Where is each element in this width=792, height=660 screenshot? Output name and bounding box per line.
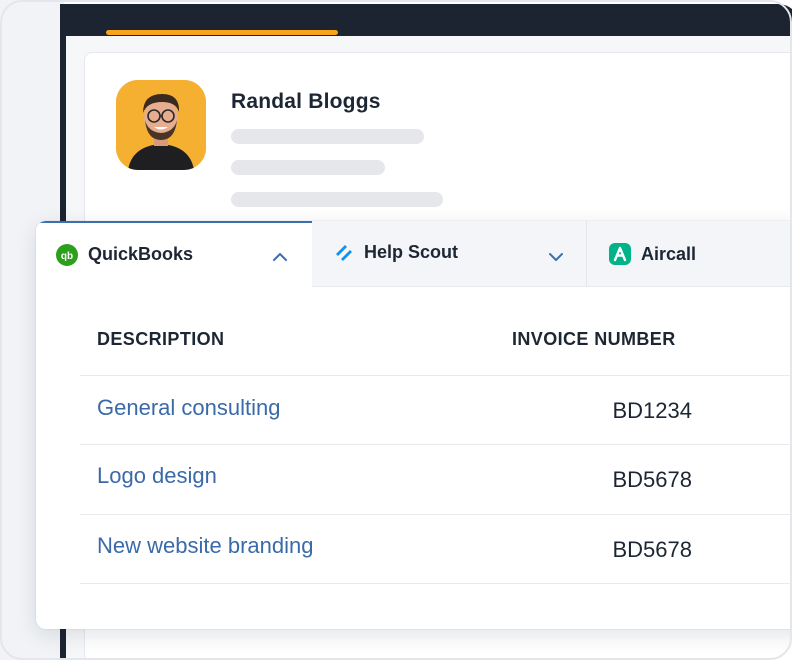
skeleton-line xyxy=(231,160,385,175)
tab-quickbooks-label: QuickBooks xyxy=(88,244,194,264)
row-divider xyxy=(80,444,792,445)
tab-quickbooks[interactable]: qb QuickBooks xyxy=(36,221,312,287)
integrations-panel: qb QuickBooks Help Scout Aircall DESCRIP… xyxy=(36,221,792,629)
invoice-number: BD1234 xyxy=(612,398,692,423)
screen: Randal Bloggs qb QuickBooks Help Scout A… xyxy=(0,0,792,660)
row-divider xyxy=(80,375,792,376)
column-header-invoice-number: INVOICE NUMBER xyxy=(512,329,676,349)
help-scout-icon xyxy=(333,242,355,264)
avatar xyxy=(116,80,206,170)
quickbooks-icon: qb xyxy=(56,244,78,266)
avatar-person-icon xyxy=(116,80,206,170)
tab-help-scout[interactable]: Help Scout xyxy=(312,221,587,287)
accent-progress-bar xyxy=(106,30,338,35)
column-header-description: DESCRIPTION xyxy=(97,329,225,349)
invoice-description-link[interactable]: Logo design xyxy=(97,463,217,489)
integrations-tabbar: qb QuickBooks Help Scout Aircall xyxy=(36,221,792,287)
row-divider xyxy=(80,583,792,584)
invoice-number: BD5678 xyxy=(612,537,692,562)
invoice-description-link[interactable]: New website branding xyxy=(97,533,313,559)
row-divider xyxy=(80,514,792,515)
skeleton-line xyxy=(231,192,443,207)
profile-name: Randal Bloggs xyxy=(231,90,381,113)
chevron-up-icon[interactable] xyxy=(272,249,288,267)
aircall-icon xyxy=(609,243,631,265)
svg-text:qb: qb xyxy=(61,251,73,262)
chevron-down-icon[interactable] xyxy=(548,249,564,267)
invoice-description-link[interactable]: General consulting xyxy=(97,395,280,421)
tab-aircall[interactable]: Aircall xyxy=(587,221,792,287)
tab-help-scout-label: Help Scout xyxy=(364,242,459,262)
tab-aircall-label: Aircall xyxy=(641,244,697,264)
skeleton-line xyxy=(231,129,424,144)
invoice-number: BD5678 xyxy=(612,467,692,492)
